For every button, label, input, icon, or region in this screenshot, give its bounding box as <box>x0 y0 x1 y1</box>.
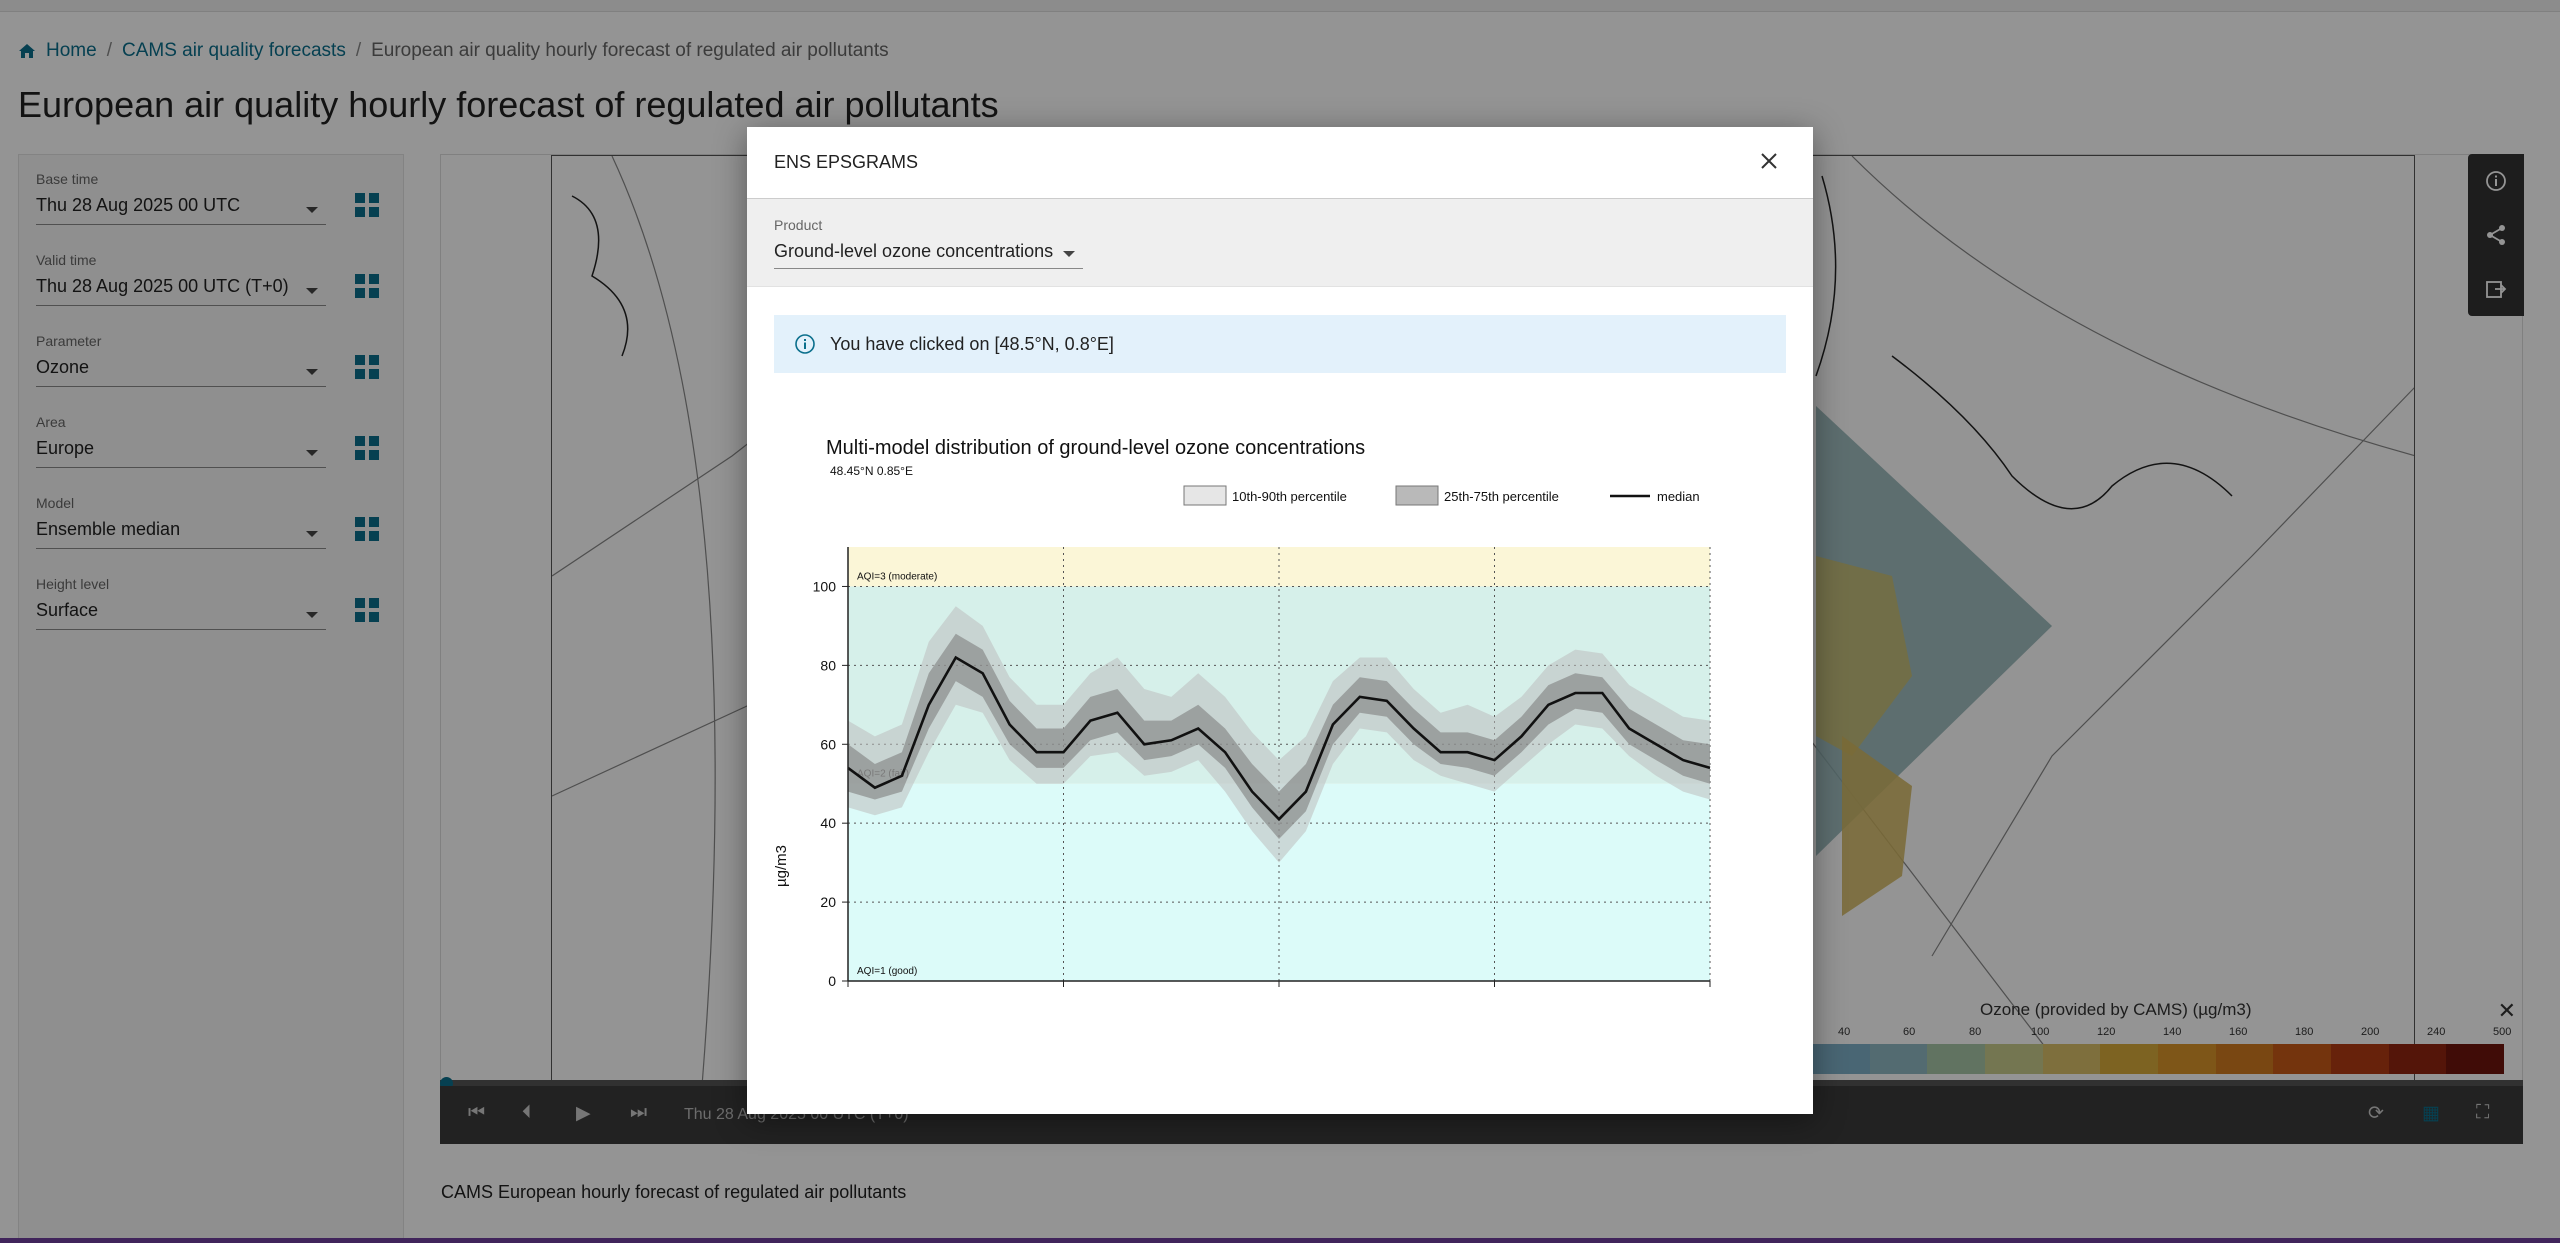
click-location-info: You have clicked on [48.5°N, 0.8°E] <box>774 315 1786 373</box>
epsgram-chart: Multi-model distribution of ground-level… <box>774 437 1711 987</box>
y-tick-label: 60 <box>820 736 836 752</box>
y-tick-label: 20 <box>820 894 836 910</box>
aqi-band-label: AQI=3 (moderate) <box>857 571 937 582</box>
y-axis-label: µg/m3 <box>774 845 790 887</box>
info-text: You have clicked on [48.5°N, 0.8°E] <box>830 333 1114 354</box>
legend-swatch-p10-90 <box>1183 485 1227 506</box>
product-label: Product <box>774 217 823 233</box>
dialog-title: ENS EPSGRAMS <box>774 152 919 172</box>
y-tick-label: 40 <box>820 815 836 831</box>
chevron-down-icon <box>1063 251 1076 257</box>
dialog-header: ENS EPSGRAMS <box>747 127 1813 199</box>
chart-subtitle: 48.45°N 0.85°E <box>830 464 913 478</box>
close-icon[interactable] <box>1757 149 1781 173</box>
legend-swatch-p25-75 <box>1395 485 1439 506</box>
product-selector-bar: Product Ground-level ozone concentration… <box>747 199 1813 287</box>
legend-label: 25th-75th percentile <box>1444 489 1559 504</box>
y-tick-label: 0 <box>828 973 836 987</box>
aqi-band-label: AQI=1 (good) <box>857 966 917 977</box>
legend-label: 10th-90th percentile <box>1232 489 1347 504</box>
legend-label: median <box>1657 489 1700 504</box>
chart-title: Multi-model distribution of ground-level… <box>826 437 1365 459</box>
epsgram-dialog: ENS EPSGRAMS Product Ground-level ozone … <box>747 127 1813 1114</box>
info-icon <box>795 334 815 354</box>
y-tick-label: 80 <box>820 657 836 673</box>
y-tick-label: 100 <box>813 578 837 594</box>
product-select[interactable]: Ground-level ozone concentrations <box>774 241 1084 269</box>
